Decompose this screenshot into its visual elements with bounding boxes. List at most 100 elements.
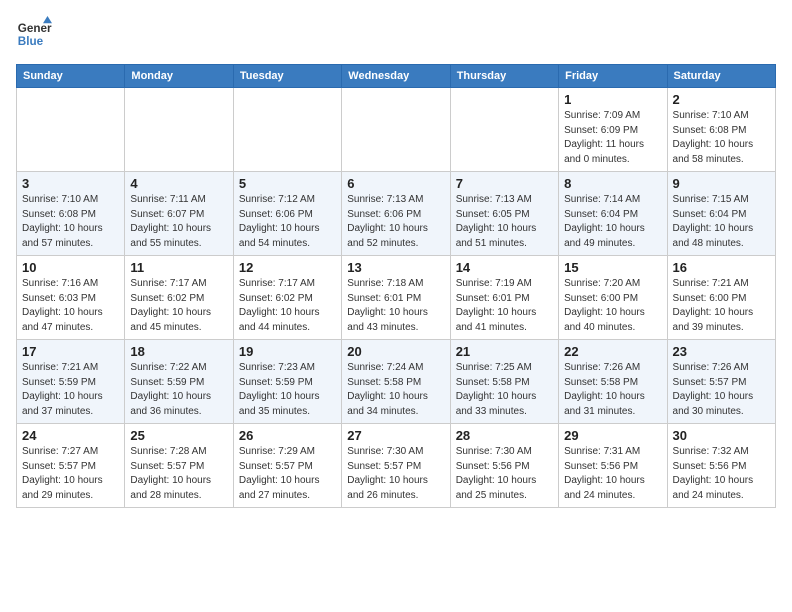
day-number: 30 [673, 428, 770, 443]
calendar-cell: 9Sunrise: 7:15 AM Sunset: 6:04 PM Daylig… [667, 172, 775, 256]
calendar-week-row: 24Sunrise: 7:27 AM Sunset: 5:57 PM Dayli… [17, 424, 776, 508]
weekday-header: Sunday [17, 65, 125, 88]
calendar-week-row: 10 Sunrise: 7:16 AM Sunset: 6:03 PM Dayli… [17, 256, 776, 340]
day-info: Sunrise: 7:21 AM Sunset: 6:00 PM Dayligh… [673, 277, 770, 335]
logo-icon: General Blue [16, 16, 52, 52]
day-number: 10 [22, 260, 119, 275]
calendar-cell: 10 Sunrise: 7:16 AM Sunset: 6:03 PM Dayli… [17, 256, 125, 340]
weekday-header: Monday [125, 65, 233, 88]
calendar-cell: 4 Sunrise: 7:11 AM Sunset: 6:07 PM Daylig… [125, 172, 233, 256]
day-number: 14 [456, 260, 553, 275]
weekday-header: Saturday [667, 65, 775, 88]
calendar-cell: 19Sunrise: 7:23 AM Sunset: 5:59 PM Dayli… [233, 340, 341, 424]
day-number: 20 [347, 344, 444, 359]
svg-text:General: General [18, 22, 52, 35]
day-number: 24 [22, 428, 119, 443]
calendar-cell: 3Sunrise: 7:10 AM Sunset: 6:08 PM Daylig… [17, 172, 125, 256]
svg-text:Blue: Blue [18, 35, 44, 48]
day-number: 26 [239, 428, 336, 443]
calendar-cell: 26 Sunrise: 7:29 AM Sunset: 5:57 PM Dayli… [233, 424, 341, 508]
calendar-cell: 30 Sunrise: 7:32 AM Sunset: 5:56 PM Dayli… [667, 424, 775, 508]
day-number: 8 [564, 176, 661, 191]
day-info: Sunrise: 7:16 AM Sunset: 6:03 PM Dayligh… [22, 277, 119, 335]
calendar-cell: 17 Sunrise: 7:21 AM Sunset: 5:59 PM Dayli… [17, 340, 125, 424]
day-info: Sunrise: 7:18 AM Sunset: 6:01 PM Dayligh… [347, 277, 444, 335]
day-number: 22 [564, 344, 661, 359]
calendar-cell [233, 88, 341, 172]
day-info: Sunrise: 7:30 AM Sunset: 5:57 PM Dayligh… [347, 445, 444, 503]
calendar-cell: 8 Sunrise: 7:14 AM Sunset: 6:04 PM Daylig… [559, 172, 667, 256]
calendar-cell: 24Sunrise: 7:27 AM Sunset: 5:57 PM Dayli… [17, 424, 125, 508]
calendar-cell: 14Sunrise: 7:19 AM Sunset: 6:01 PM Dayli… [450, 256, 558, 340]
calendar-cell: 5 Sunrise: 7:12 AM Sunset: 6:06 PM Daylig… [233, 172, 341, 256]
day-info: Sunrise: 7:21 AM Sunset: 5:59 PM Dayligh… [22, 361, 119, 419]
day-number: 9 [673, 176, 770, 191]
calendar-cell: 7 Sunrise: 7:13 AM Sunset: 6:05 PM Daylig… [450, 172, 558, 256]
weekday-header: Tuesday [233, 65, 341, 88]
calendar-cell: 12Sunrise: 7:17 AM Sunset: 6:02 PM Dayli… [233, 256, 341, 340]
day-info: Sunrise: 7:11 AM Sunset: 6:07 PM Dayligh… [130, 193, 227, 251]
day-number: 16 [673, 260, 770, 275]
calendar-cell: 18 Sunrise: 7:22 AM Sunset: 5:59 PM Dayli… [125, 340, 233, 424]
day-info: Sunrise: 7:32 AM Sunset: 5:56 PM Dayligh… [673, 445, 770, 503]
day-number: 2 [673, 92, 770, 107]
day-info: Sunrise: 7:17 AM Sunset: 6:02 PM Dayligh… [130, 277, 227, 335]
day-info: Sunrise: 7:31 AM Sunset: 5:56 PM Dayligh… [564, 445, 661, 503]
day-info: Sunrise: 7:22 AM Sunset: 5:59 PM Dayligh… [130, 361, 227, 419]
calendar-cell [125, 88, 233, 172]
calendar-cell: 2 Sunrise: 7:10 AM Sunset: 6:08 PM Daylig… [667, 88, 775, 172]
day-number: 28 [456, 428, 553, 443]
day-info: Sunrise: 7:28 AM Sunset: 5:57 PM Dayligh… [130, 445, 227, 503]
day-info: Sunrise: 7:25 AM Sunset: 5:58 PM Dayligh… [456, 361, 553, 419]
day-number: 21 [456, 344, 553, 359]
day-number: 19 [239, 344, 336, 359]
day-number: 23 [673, 344, 770, 359]
day-number: 18 [130, 344, 227, 359]
day-number: 11 [130, 260, 227, 275]
day-info: Sunrise: 7:12 AM Sunset: 6:06 PM Dayligh… [239, 193, 336, 251]
day-info: Sunrise: 7:14 AM Sunset: 6:04 PM Dayligh… [564, 193, 661, 251]
day-number: 17 [22, 344, 119, 359]
calendar-cell: 28 Sunrise: 7:30 AM Sunset: 5:56 PM Dayli… [450, 424, 558, 508]
day-number: 13 [347, 260, 444, 275]
day-number: 25 [130, 428, 227, 443]
day-number: 29 [564, 428, 661, 443]
calendar-cell: 13 Sunrise: 7:18 AM Sunset: 6:01 PM Dayli… [342, 256, 450, 340]
day-info: Sunrise: 7:29 AM Sunset: 5:57 PM Dayligh… [239, 445, 336, 503]
calendar-cell [342, 88, 450, 172]
weekday-header: Friday [559, 65, 667, 88]
calendar-cell: 21 Sunrise: 7:25 AM Sunset: 5:58 PM Dayli… [450, 340, 558, 424]
day-number: 7 [456, 176, 553, 191]
day-info: Sunrise: 7:26 AM Sunset: 5:57 PM Dayligh… [673, 361, 770, 419]
calendar-cell: 22 Sunrise: 7:26 AM Sunset: 5:58 PM Dayli… [559, 340, 667, 424]
calendar-cell [17, 88, 125, 172]
calendar-week-row: 17 Sunrise: 7:21 AM Sunset: 5:59 PM Dayli… [17, 340, 776, 424]
page-header: General Blue [16, 16, 776, 52]
day-info: Sunrise: 7:13 AM Sunset: 6:06 PM Dayligh… [347, 193, 444, 251]
day-number: 1 [564, 92, 661, 107]
day-number: 15 [564, 260, 661, 275]
day-info: Sunrise: 7:10 AM Sunset: 6:08 PM Dayligh… [673, 109, 770, 167]
calendar-cell: 20Sunrise: 7:24 AM Sunset: 5:58 PM Dayli… [342, 340, 450, 424]
day-info: Sunrise: 7:30 AM Sunset: 5:56 PM Dayligh… [456, 445, 553, 503]
calendar-cell [450, 88, 558, 172]
day-info: Sunrise: 7:20 AM Sunset: 6:00 PM Dayligh… [564, 277, 661, 335]
day-info: Sunrise: 7:26 AM Sunset: 5:58 PM Dayligh… [564, 361, 661, 419]
calendar-header-row: SundayMondayTuesdayWednesdayThursdayFrid… [17, 65, 776, 88]
calendar-cell: 11 Sunrise: 7:17 AM Sunset: 6:02 PM Dayli… [125, 256, 233, 340]
day-number: 6 [347, 176, 444, 191]
day-number: 5 [239, 176, 336, 191]
calendar-cell: 27Sunrise: 7:30 AM Sunset: 5:57 PM Dayli… [342, 424, 450, 508]
day-number: 3 [22, 176, 119, 191]
day-info: Sunrise: 7:17 AM Sunset: 6:02 PM Dayligh… [239, 277, 336, 335]
calendar-week-row: 1 Sunrise: 7:09 AM Sunset: 6:09 PM Daylig… [17, 88, 776, 172]
calendar-cell: 15 Sunrise: 7:20 AM Sunset: 6:00 PM Dayli… [559, 256, 667, 340]
calendar-cell: 23 Sunrise: 7:26 AM Sunset: 5:57 PM Dayli… [667, 340, 775, 424]
calendar-cell: 1 Sunrise: 7:09 AM Sunset: 6:09 PM Daylig… [559, 88, 667, 172]
weekday-header: Wednesday [342, 65, 450, 88]
day-info: Sunrise: 7:13 AM Sunset: 6:05 PM Dayligh… [456, 193, 553, 251]
calendar-cell: 16 Sunrise: 7:21 AM Sunset: 6:00 PM Dayli… [667, 256, 775, 340]
calendar-table: SundayMondayTuesdayWednesdayThursdayFrid… [16, 64, 776, 508]
day-number: 4 [130, 176, 227, 191]
day-info: Sunrise: 7:09 AM Sunset: 6:09 PM Dayligh… [564, 109, 661, 167]
